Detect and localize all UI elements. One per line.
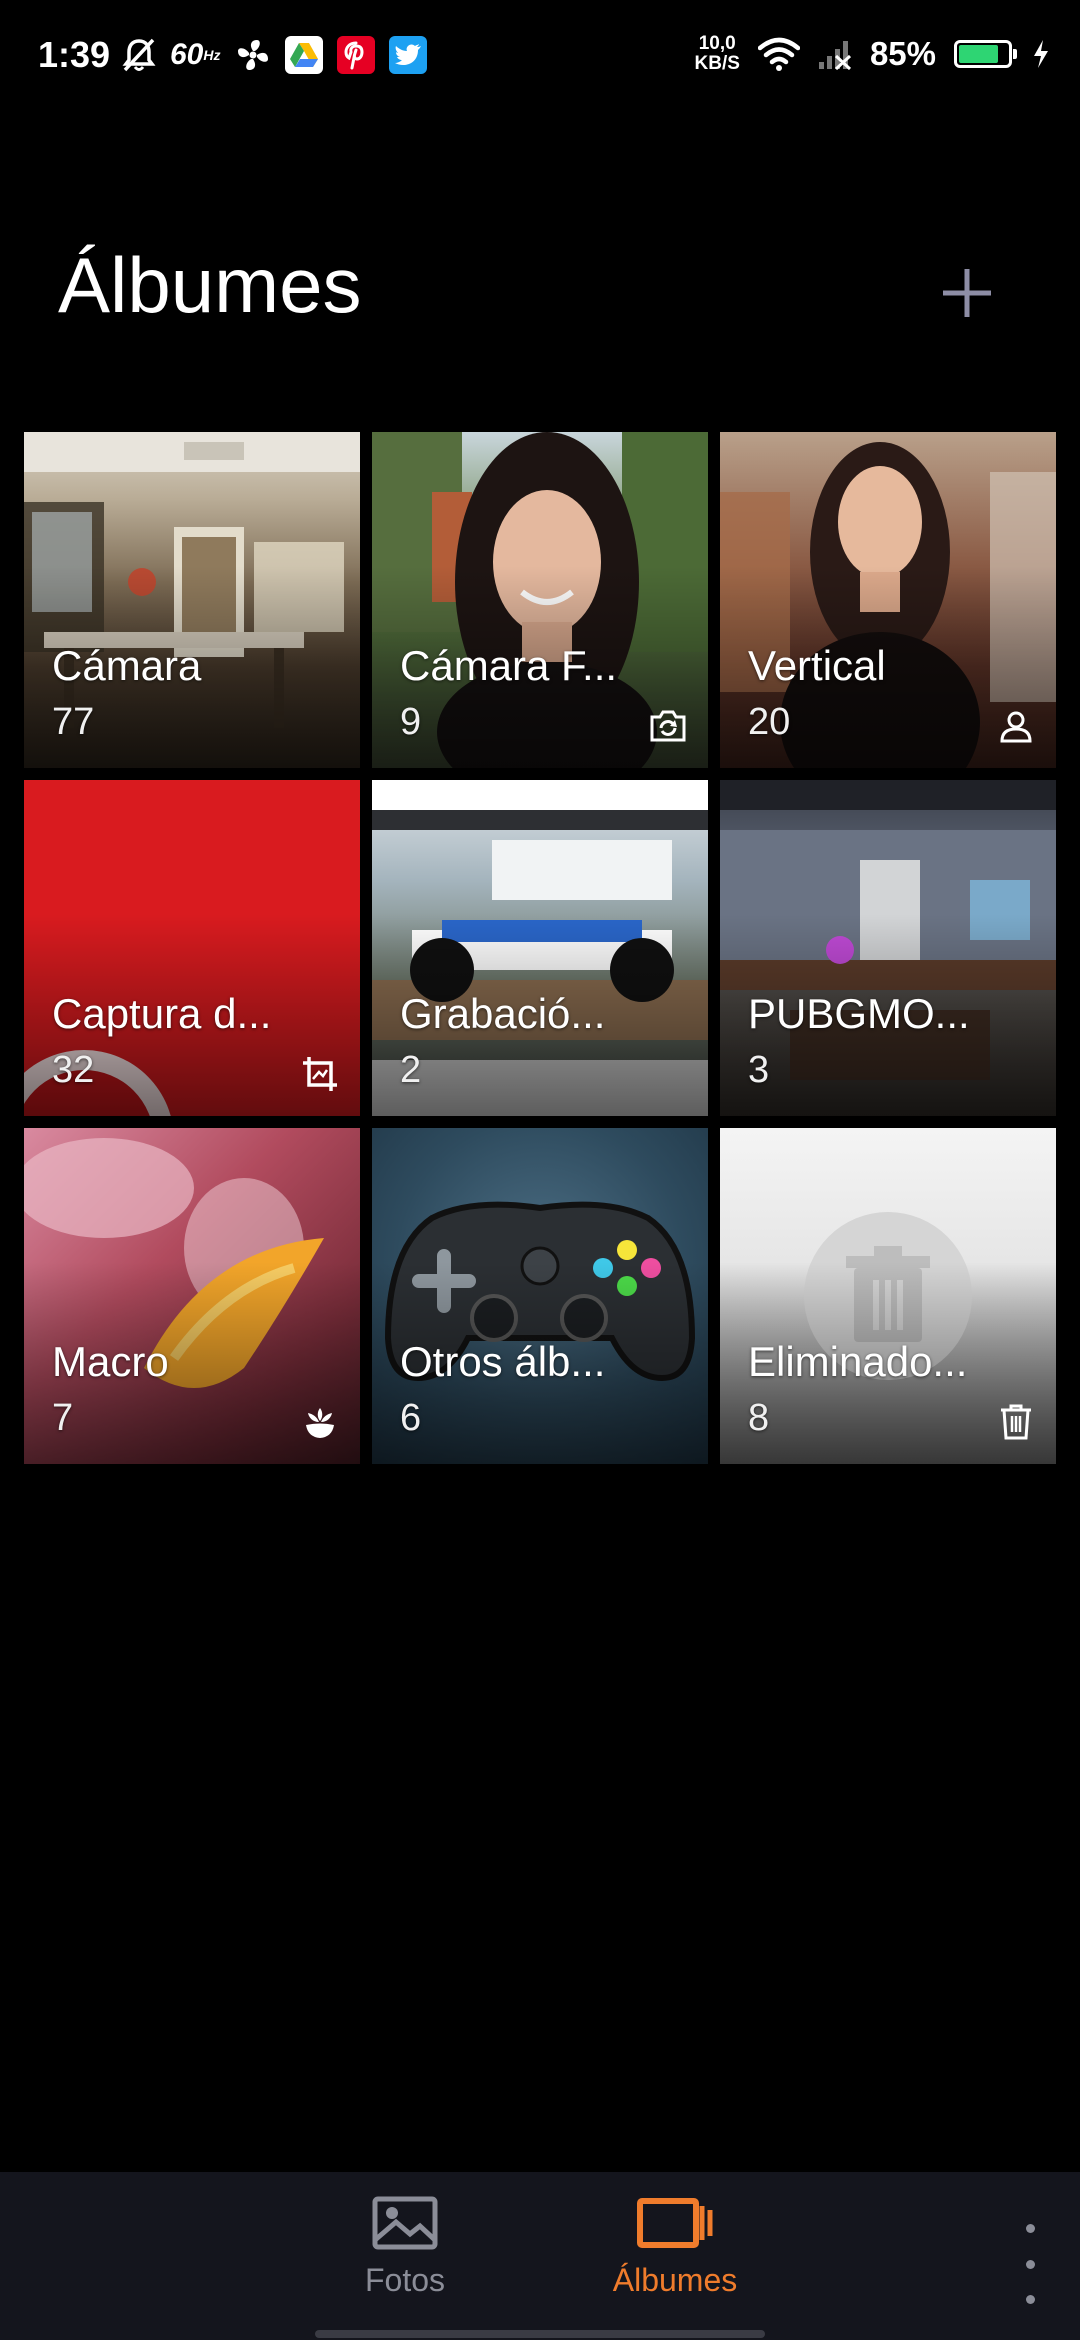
album-grid: Cámara 77 Cámara F... 9 Vertical 20 Capt… bbox=[24, 432, 1056, 1464]
album-tile-recently-deleted[interactable]: Eliminado... 8 bbox=[720, 1128, 1056, 1464]
wifi-icon bbox=[757, 34, 800, 74]
network-speed-unit: KB/S bbox=[694, 53, 740, 74]
album-tile-portrait[interactable]: Vertical 20 bbox=[720, 432, 1056, 768]
charging-icon bbox=[1032, 34, 1050, 74]
album-tile-pubg[interactable]: PUBGMO... 3 bbox=[720, 780, 1056, 1116]
crop-icon bbox=[300, 1054, 340, 1094]
tab-albums-label: Álbumes bbox=[612, 2262, 738, 2298]
home-indicator[interactable] bbox=[315, 2330, 765, 2338]
refresh-rate: 60 Hz bbox=[170, 35, 221, 75]
album-name: Vertical bbox=[748, 642, 886, 689]
bottom-navigation: Fotos Álbumes bbox=[0, 2172, 1080, 2340]
album-count: 20 bbox=[748, 701, 791, 743]
album-tile-camera[interactable]: Cámara 77 bbox=[24, 432, 360, 768]
album-name: Otros álb... bbox=[400, 1338, 606, 1385]
page-title: Álbumes bbox=[58, 241, 362, 329]
battery-percent: 85% bbox=[869, 35, 936, 72]
signal-icon bbox=[818, 34, 852, 74]
album-tile-screenshots[interactable]: Captura d... 32 bbox=[24, 780, 360, 1116]
mute-icon bbox=[122, 35, 156, 75]
plus-icon bbox=[943, 269, 991, 317]
tab-photos-label: Fotos bbox=[364, 2262, 446, 2298]
album-name: Cámara F... bbox=[400, 642, 618, 689]
google-drive-icon bbox=[284, 35, 323, 75]
album-name: PUBGMO... bbox=[748, 990, 970, 1037]
album-count: 7 bbox=[52, 1397, 74, 1439]
system-indicators: 10,0 KB/S 85% bbox=[695, 30, 1050, 78]
network-speed-value: 10,0 bbox=[698, 33, 736, 54]
album-tile-front-camera[interactable]: Cámara F... 9 bbox=[372, 432, 708, 768]
refresh-rate-unit: Hz bbox=[203, 47, 221, 63]
tab-photos[interactable]: Fotos bbox=[305, 2196, 505, 2299]
album-count: 9 bbox=[400, 701, 422, 743]
twitter-icon bbox=[388, 35, 427, 75]
more-dot bbox=[1025, 2295, 1035, 2304]
album-name: Captura d... bbox=[52, 990, 272, 1037]
album-name: Eliminado... bbox=[748, 1338, 968, 1385]
network-speed: 10,0 KB/S bbox=[695, 34, 740, 74]
album-count: 3 bbox=[748, 1049, 770, 1091]
album-count: 32 bbox=[52, 1049, 95, 1091]
google-drive-tile bbox=[284, 36, 323, 74]
album-name: Cámara bbox=[52, 642, 202, 689]
album-tile-macro[interactable]: Macro 7 bbox=[24, 1128, 360, 1464]
photos-icon bbox=[372, 2196, 438, 2250]
album-count: 77 bbox=[52, 701, 95, 743]
album-tile-other-albums[interactable]: Otros álb... 6 bbox=[372, 1128, 708, 1464]
albums-icon bbox=[637, 2198, 713, 2248]
twitter-tile bbox=[388, 36, 427, 74]
album-name: Macro bbox=[52, 1338, 169, 1385]
pinterest-icon bbox=[336, 35, 375, 75]
album-count: 2 bbox=[400, 1049, 422, 1091]
trash-icon bbox=[996, 1402, 1036, 1442]
more-dot bbox=[1025, 2259, 1035, 2269]
album-count: 6 bbox=[400, 1397, 422, 1439]
front-camera-icon bbox=[648, 706, 688, 746]
notification-icons: 60 Hz bbox=[122, 32, 427, 78]
portrait-icon bbox=[996, 706, 1036, 746]
refresh-rate-value: 60 bbox=[170, 38, 204, 71]
battery-icon bbox=[954, 40, 1017, 68]
more-vertical-icon[interactable] bbox=[1000, 2224, 1060, 2304]
more-dot bbox=[1025, 2224, 1035, 2233]
add-album-button[interactable] bbox=[932, 258, 1002, 328]
status-bar: 1:39 60 Hz 10,0 KB/S 85% bbox=[0, 0, 1080, 110]
battery-level bbox=[959, 45, 998, 63]
gallery-albums-screen: 1:39 60 Hz 10,0 KB/S 85% Álbumes Cámara … bbox=[0, 0, 1080, 2340]
album-count: 8 bbox=[748, 1397, 770, 1439]
album-name: Grabació... bbox=[400, 990, 606, 1037]
tab-albums[interactable]: Álbumes bbox=[575, 2196, 775, 2299]
fan-icon bbox=[235, 35, 271, 75]
album-tile-screen-recordings[interactable]: Grabació... 2 bbox=[372, 780, 708, 1116]
flower-icon bbox=[300, 1402, 340, 1442]
pinterest-tile bbox=[336, 36, 375, 74]
status-time: 1:39 bbox=[38, 34, 111, 75]
